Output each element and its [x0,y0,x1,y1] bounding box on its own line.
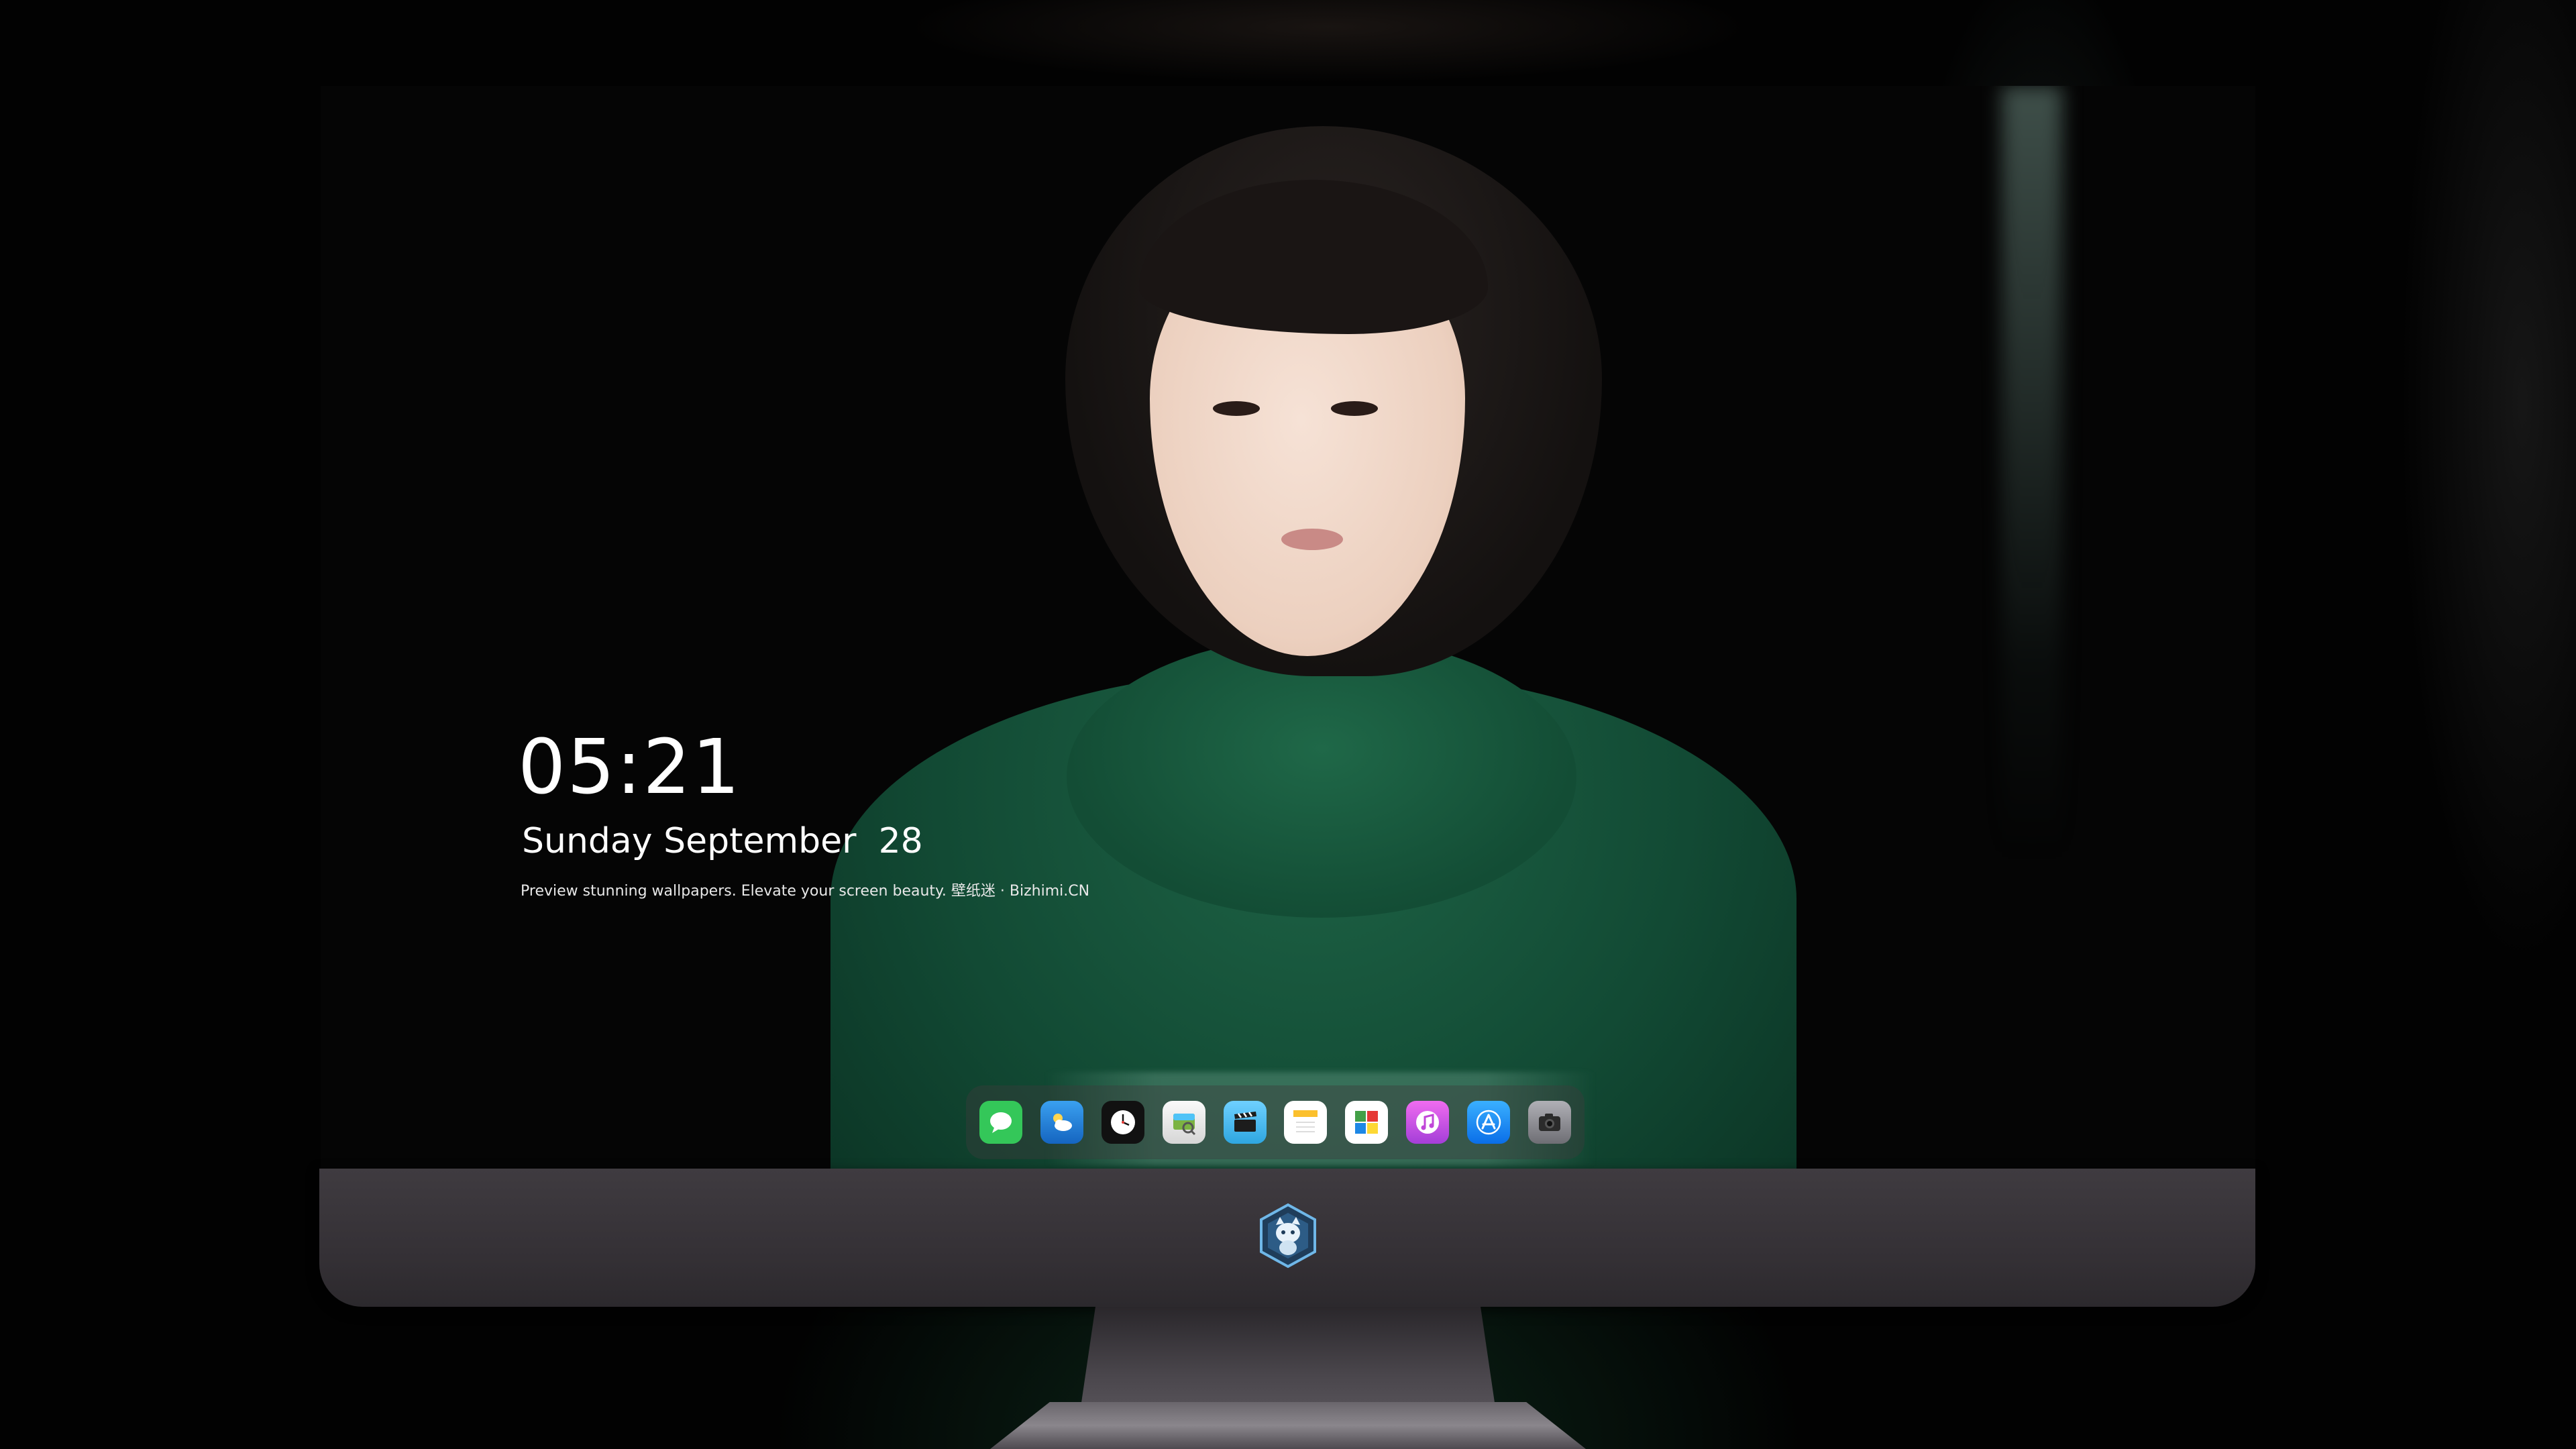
dock [966,1085,1585,1159]
dock-app-music[interactable] [1406,1101,1450,1144]
music-note-icon [1416,1111,1440,1134]
desktop-scene: 05:21 Sunday September 28 Preview stunni… [0,0,2576,1449]
wallpaper-eye-left [1213,401,1260,416]
dock-app-weather[interactable] [1040,1101,1083,1144]
wallpaper-eye-right [1331,401,1378,416]
dock-app-clock[interactable] [1101,1101,1144,1144]
wallpaper-lips [1281,529,1343,550]
wallpaper-side-light [2002,86,2062,857]
lockscreen-time: 05:21 [518,724,741,811]
clock-icon [1110,1110,1135,1134]
lockscreen-date: Sunday September 28 [522,821,923,861]
dock-app-photo-booth[interactable] [1345,1101,1389,1144]
dock-app-notes[interactable] [1284,1101,1328,1144]
wallpaper [321,86,2255,1170]
monitor-stand-base [990,1402,1586,1449]
app-store-icon [1476,1110,1501,1135]
cat-shield-logo [1260,1203,1316,1269]
dock-app-preview[interactable] [1162,1101,1205,1144]
camera-icon [1538,1114,1560,1131]
photo-grid-icon [1355,1111,1379,1134]
dock-app-camera[interactable] [1527,1101,1571,1144]
clapperboard-icon [1234,1112,1256,1132]
monitor-screen: 05:21 Sunday September 28 Preview stunni… [321,86,2255,1170]
cloud-sun-icon [1053,1114,1072,1131]
message-bubble-icon [990,1112,1012,1133]
dock-app-app-store[interactable] [1467,1101,1510,1144]
notes-icon [1293,1110,1318,1132]
wallpaper-hood [1067,636,1576,918]
lockscreen-tagline: Preview stunning wallpapers. Elevate you… [521,883,1090,900]
dock-app-videos[interactable] [1223,1101,1267,1144]
photo-viewer-icon [1173,1114,1195,1136]
dock-app-messages[interactable] [979,1101,1022,1144]
